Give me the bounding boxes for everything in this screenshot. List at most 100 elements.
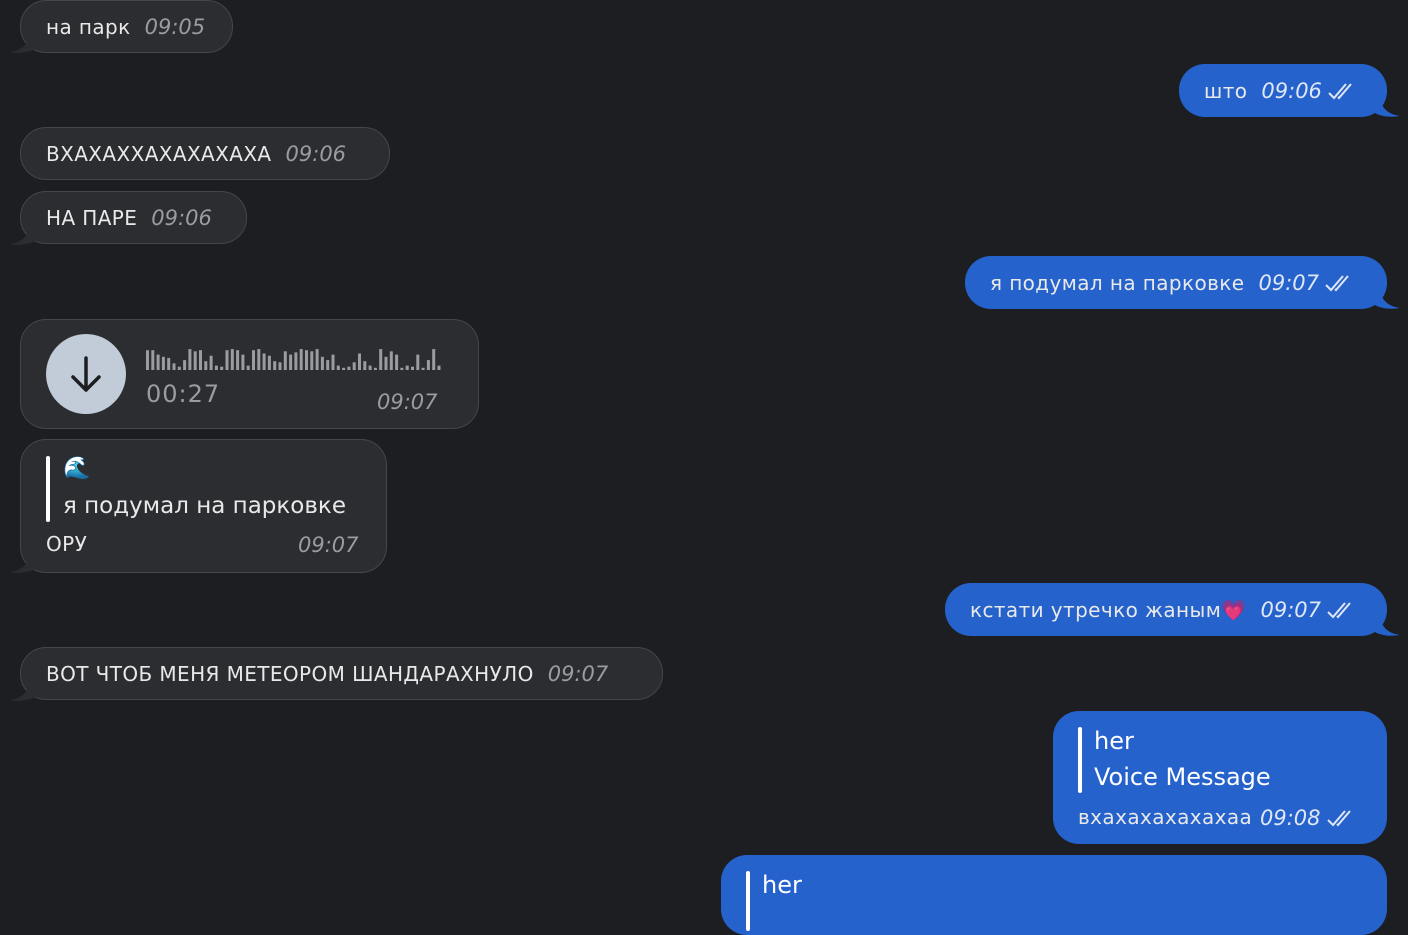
waveform-bar	[262, 353, 266, 370]
waveform-bar	[421, 367, 425, 370]
voice-duration: 00:27	[146, 380, 221, 408]
message-time: 09:06	[151, 205, 212, 230]
waveform-bar	[326, 360, 330, 370]
message-outgoing[interactable]: што 09:06	[1179, 64, 1387, 117]
message-outgoing-reply[interactable]: her Voice Message вхахахахахахаа 09:08	[1053, 711, 1387, 844]
bubble-tail	[1370, 613, 1400, 636]
waveform-bar	[368, 365, 372, 370]
waveform-bar	[220, 366, 224, 370]
waveform-bar	[363, 361, 367, 370]
waveform-bar	[336, 365, 340, 370]
bubble-tail	[10, 30, 40, 53]
waveform-bar	[204, 361, 208, 370]
waveform-bar	[315, 349, 319, 370]
voice-message[interactable]: 00:27 09:07	[20, 319, 479, 429]
waveform-bar	[389, 351, 393, 370]
waveform-bar	[310, 351, 314, 370]
waveform-bar	[373, 367, 377, 370]
message-time: 09:06	[1261, 78, 1322, 103]
waveform-bar	[177, 366, 181, 370]
waveform-bar	[305, 350, 308, 370]
waveform-bar	[167, 357, 171, 370]
double-check-icon	[1328, 82, 1352, 99]
message-time: 09:07	[1260, 597, 1322, 622]
waveform-bar	[172, 363, 176, 370]
waveform-bar	[246, 365, 250, 370]
double-check-icon	[1327, 601, 1351, 618]
waveform-bar	[156, 354, 160, 370]
message-incoming[interactable]: на парк 09:05	[20, 0, 233, 53]
waveform-bar	[151, 350, 155, 370]
waveform-bar	[299, 349, 303, 370]
arrow-down-icon	[71, 356, 101, 392]
waveform-bar	[188, 349, 192, 370]
message-text: вхахахахахахаа	[1078, 805, 1253, 829]
waveform-bar	[273, 361, 277, 370]
reply-author: her	[1094, 727, 1134, 755]
message-incoming[interactable]: ВХАХАХХАХАХАХАХА 09:06	[20, 127, 390, 180]
message-outgoing[interactable]: кстати утречко жаным💗 09:07	[945, 583, 1387, 636]
double-check-icon	[1325, 274, 1349, 291]
bubble-tail	[10, 678, 40, 701]
reply-author: her	[762, 871, 802, 899]
message-outgoing[interactable]: я подумал на парковке 09:07	[965, 256, 1387, 309]
waveform-bar	[199, 350, 202, 370]
waveform-bar	[405, 365, 409, 370]
message-text: кстати утречко жаным💗	[970, 597, 1247, 622]
waveform-bar	[257, 349, 261, 370]
waveform-bar	[352, 362, 356, 370]
chat-area: на парк 09:05 што 09:06 ВХАХАХХАХАХАХАХА…	[0, 0, 1408, 935]
bubble-tail	[10, 222, 40, 245]
message-text: ВХАХАХХАХАХАХАХА	[46, 141, 272, 166]
waveform-bar	[225, 350, 229, 370]
waveform-bar	[384, 356, 388, 370]
waveform-bar	[437, 365, 441, 370]
waveform-bar	[241, 354, 245, 370]
message-time: 09:06	[285, 141, 347, 166]
waveform-bar	[416, 354, 420, 370]
waveform-bar	[342, 367, 346, 370]
waveform-bar	[214, 365, 218, 370]
double-check-icon	[1327, 810, 1351, 827]
waveform-bar	[432, 349, 436, 370]
message-incoming[interactable]: ВОТ ЧТОБ МЕНЯ МЕТЕОРОМ ШАНДАРАХНУЛО 09:0…	[20, 647, 663, 700]
reply-text: Voice Message	[1094, 763, 1271, 791]
waveform-bar	[193, 351, 197, 370]
download-button[interactable]	[46, 334, 126, 414]
waveform-bar	[236, 350, 240, 370]
reply-quote-bar	[1078, 727, 1082, 793]
bubble-tail	[1370, 94, 1400, 117]
waveform-bar	[267, 355, 271, 370]
message-text: НА ПАРЕ	[46, 205, 138, 230]
message-incoming[interactable]: НА ПАРЕ 09:06	[20, 191, 247, 244]
reply-quote-bar	[46, 456, 50, 522]
message-text: ОРУ	[46, 532, 88, 556]
message-time: 09:08	[1260, 806, 1321, 830]
message-text: ВОТ ЧТОБ МЕНЯ МЕТЕОРОМ ШАНДАРАХНУЛО	[46, 661, 534, 686]
waveform-bar	[283, 351, 287, 370]
message-text: на парк	[46, 14, 131, 39]
waveform-bar	[183, 360, 187, 370]
waveform-bar	[278, 362, 282, 370]
message-outgoing-reply[interactable]: her	[721, 855, 1387, 935]
waveform-bar	[395, 354, 399, 370]
bubble-tail	[1370, 286, 1400, 309]
reply-emoji: 🌊	[63, 456, 91, 481]
message-time: 09:07	[377, 390, 438, 414]
waveform-bar	[411, 366, 414, 370]
waveform-bar	[400, 367, 404, 370]
message-incoming-reply[interactable]: 🌊 я подумал на парковке ОРУ 09:07	[20, 439, 387, 573]
waveform-bar	[209, 355, 213, 370]
waveform-bar	[347, 366, 351, 370]
message-time: 09:05	[144, 14, 206, 39]
waveform-bar	[146, 350, 149, 370]
waveform-bar	[294, 352, 298, 370]
waveform-bar	[252, 350, 255, 370]
message-text: што	[1204, 78, 1248, 103]
message-text: я подумал на парковке	[990, 270, 1245, 295]
waveform-bar	[230, 349, 234, 370]
voice-waveform[interactable]	[146, 346, 446, 372]
reply-quote-bar	[746, 871, 750, 931]
message-time: 09:07	[547, 661, 609, 686]
waveform-bar	[331, 354, 335, 370]
